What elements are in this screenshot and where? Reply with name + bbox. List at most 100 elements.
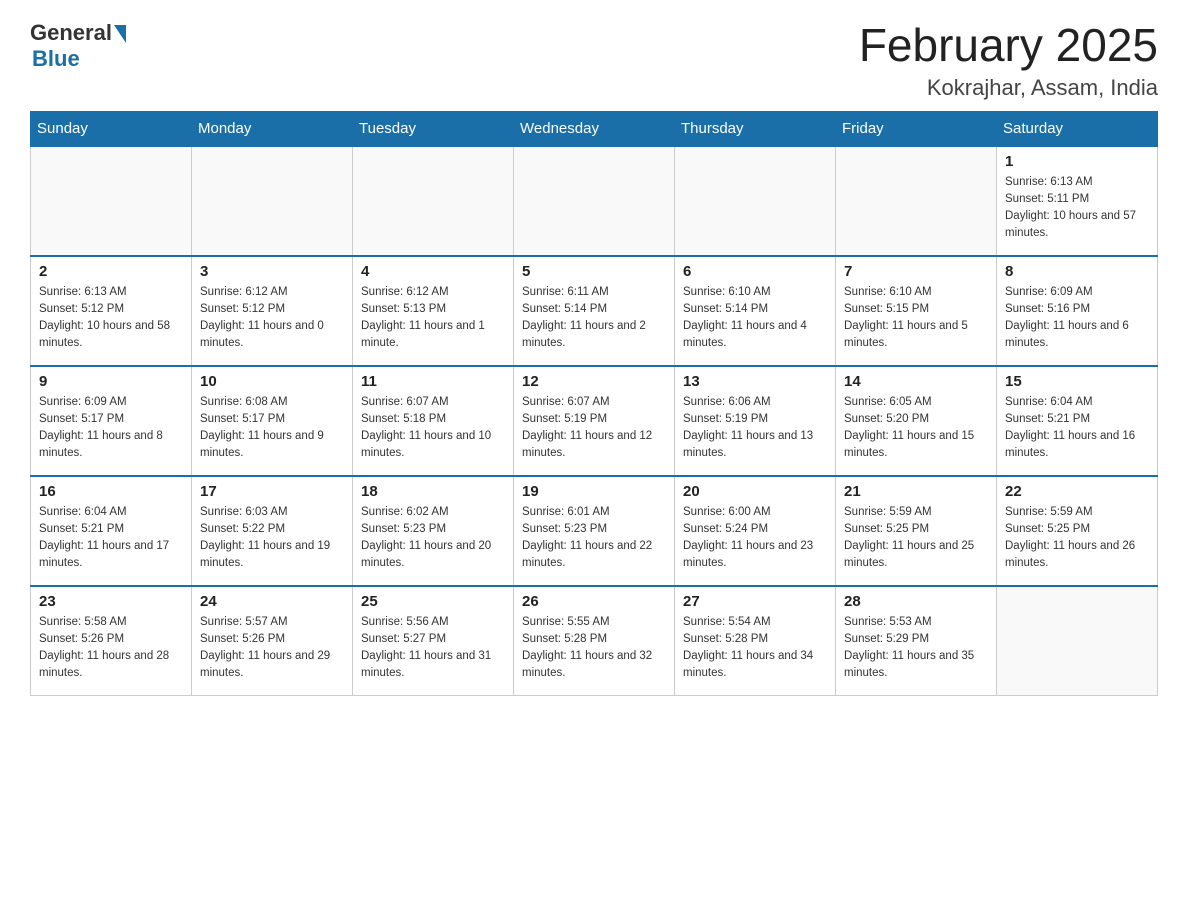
calendar-cell: 17 Sunrise: 6:03 AM Sunset: 5:22 PM Dayli… [192,476,353,586]
day-info: Sunrise: 6:11 AM Sunset: 5:14 PM Dayligh… [522,284,666,353]
calendar-week-row: 23Sunrise: 5:58 AM Sunset: 5:26 PM Dayli… [31,586,1158,696]
day-number: 16 [39,483,183,500]
logo-arrow-icon [114,25,126,43]
day-info: Sunrise: 6:12 AM Sunset: 5:12 PM Dayligh… [200,284,344,353]
day-number: 20 [683,483,827,500]
logo: General Blue [30,20,126,72]
day-number: 14 [844,373,988,390]
logo-general: General [30,20,112,46]
day-number: 24 [200,593,344,610]
day-info: Sunrise: 6:01 AM Sunset: 5:23 PM Dayligh… [522,504,666,573]
day-info: Sunrise: 5:55 AM Sunset: 5:28 PM Dayligh… [522,614,666,683]
calendar-cell: 6Sunrise: 6:10 AM Sunset: 5:14 PM Daylig… [675,256,836,366]
calendar-cell: 2 Sunrise: 6:13 AM Sunset: 5:12 PM Daylig… [31,256,192,366]
calendar-cell [997,586,1158,696]
day-of-week-header: Sunday [31,111,192,146]
day-number: 7 [844,263,988,280]
calendar-week-row: 1 Sunrise: 6:13 AM Sunset: 5:11 PM Daylig… [31,146,1158,256]
calendar-cell: 3 Sunrise: 6:12 AM Sunset: 5:12 PM Daylig… [192,256,353,366]
day-info: Sunrise: 6:09 AM Sunset: 5:16 PM Dayligh… [1005,284,1149,353]
day-info: Sunrise: 6:10 AM Sunset: 5:15 PM Dayligh… [844,284,988,353]
day-info: Sunrise: 6:12 AM Sunset: 5:13 PM Dayligh… [361,284,505,353]
calendar-cell: 8 Sunrise: 6:09 AM Sunset: 5:16 PM Daylig… [997,256,1158,366]
day-number: 10 [200,373,344,390]
day-number: 5 [522,263,666,280]
day-number: 9 [39,373,183,390]
day-info: Sunrise: 6:00 AM Sunset: 5:24 PM Dayligh… [683,504,827,573]
calendar-week-row: 9 Sunrise: 6:09 AM Sunset: 5:17 PM Daylig… [31,366,1158,476]
calendar-cell: 13 Sunrise: 6:06 AM Sunset: 5:19 PM Dayli… [675,366,836,476]
calendar-cell: 12 Sunrise: 6:07 AM Sunset: 5:19 PM Dayli… [514,366,675,476]
day-number: 19 [522,483,666,500]
calendar-cell: 7 Sunrise: 6:10 AM Sunset: 5:15 PM Daylig… [836,256,997,366]
calendar-subtitle: Kokrajhar, Assam, India [859,75,1158,101]
day-number: 26 [522,593,666,610]
calendar-cell: 15 Sunrise: 6:04 AM Sunset: 5:21 PM Dayli… [997,366,1158,476]
day-info: Sunrise: 6:02 AM Sunset: 5:23 PM Dayligh… [361,504,505,573]
day-number: 2 [39,263,183,280]
calendar-cell: 19 Sunrise: 6:01 AM Sunset: 5:23 PM Dayli… [514,476,675,586]
calendar-cell [675,146,836,256]
calendar-cell: 10 Sunrise: 6:08 AM Sunset: 5:17 PM Dayli… [192,366,353,476]
day-info: Sunrise: 5:54 AM Sunset: 5:28 PM Dayligh… [683,614,827,683]
calendar-cell: 25Sunrise: 5:56 AM Sunset: 5:27 PM Dayli… [353,586,514,696]
calendar-cell: 20 Sunrise: 6:00 AM Sunset: 5:24 PM Dayli… [675,476,836,586]
day-number: 27 [683,593,827,610]
day-number: 8 [1005,263,1149,280]
day-number: 17 [200,483,344,500]
calendar-cell [192,146,353,256]
day-number: 13 [683,373,827,390]
calendar-cell: 18 Sunrise: 6:02 AM Sunset: 5:23 PM Dayli… [353,476,514,586]
day-number: 12 [522,373,666,390]
day-info: Sunrise: 6:06 AM Sunset: 5:19 PM Dayligh… [683,394,827,463]
calendar-cell: 28Sunrise: 5:53 AM Sunset: 5:29 PM Dayli… [836,586,997,696]
calendar-week-row: 2 Sunrise: 6:13 AM Sunset: 5:12 PM Daylig… [31,256,1158,366]
day-info: Sunrise: 6:10 AM Sunset: 5:14 PM Dayligh… [683,284,827,353]
calendar-week-row: 16 Sunrise: 6:04 AM Sunset: 5:21 PM Dayli… [31,476,1158,586]
day-number: 21 [844,483,988,500]
day-number: 18 [361,483,505,500]
day-number: 3 [200,263,344,280]
day-info: Sunrise: 5:59 AM Sunset: 5:25 PM Dayligh… [1005,504,1149,573]
logo-blue: Blue [32,46,80,72]
day-info: Sunrise: 5:58 AM Sunset: 5:26 PM Dayligh… [39,614,183,683]
calendar-cell: 21 Sunrise: 5:59 AM Sunset: 5:25 PM Dayli… [836,476,997,586]
day-number: 1 [1005,153,1149,170]
day-number: 15 [1005,373,1149,390]
calendar-cell: 4 Sunrise: 6:12 AM Sunset: 5:13 PM Daylig… [353,256,514,366]
calendar-cell: 26 Sunrise: 5:55 AM Sunset: 5:28 PM Dayli… [514,586,675,696]
day-info: Sunrise: 6:07 AM Sunset: 5:19 PM Dayligh… [522,394,666,463]
calendar-cell: 24 Sunrise: 5:57 AM Sunset: 5:26 PM Dayli… [192,586,353,696]
calendar-cell: 5 Sunrise: 6:11 AM Sunset: 5:14 PM Daylig… [514,256,675,366]
calendar-cell: 23Sunrise: 5:58 AM Sunset: 5:26 PM Dayli… [31,586,192,696]
calendar-cell: 22 Sunrise: 5:59 AM Sunset: 5:25 PM Dayli… [997,476,1158,586]
day-of-week-header: Saturday [997,111,1158,146]
calendar-cell: 14Sunrise: 6:05 AM Sunset: 5:20 PM Dayli… [836,366,997,476]
day-of-week-header: Thursday [675,111,836,146]
day-info: Sunrise: 6:08 AM Sunset: 5:17 PM Dayligh… [200,394,344,463]
calendar-cell [353,146,514,256]
calendar-cell: 9 Sunrise: 6:09 AM Sunset: 5:17 PM Daylig… [31,366,192,476]
day-info: Sunrise: 6:07 AM Sunset: 5:18 PM Dayligh… [361,394,505,463]
calendar-header-row: SundayMondayTuesdayWednesdayThursdayFrid… [31,111,1158,146]
day-info: Sunrise: 6:04 AM Sunset: 5:21 PM Dayligh… [39,504,183,573]
calendar-cell [836,146,997,256]
calendar-cell: 1 Sunrise: 6:13 AM Sunset: 5:11 PM Daylig… [997,146,1158,256]
day-number: 22 [1005,483,1149,500]
title-block: February 2025 Kokrajhar, Assam, India [859,20,1158,101]
day-info: Sunrise: 5:57 AM Sunset: 5:26 PM Dayligh… [200,614,344,683]
day-info: Sunrise: 5:53 AM Sunset: 5:29 PM Dayligh… [844,614,988,683]
day-info: Sunrise: 6:03 AM Sunset: 5:22 PM Dayligh… [200,504,344,573]
day-info: Sunrise: 6:09 AM Sunset: 5:17 PM Dayligh… [39,394,183,463]
calendar-cell: 16 Sunrise: 6:04 AM Sunset: 5:21 PM Dayli… [31,476,192,586]
day-number: 25 [361,593,505,610]
calendar-cell: 11Sunrise: 6:07 AM Sunset: 5:18 PM Dayli… [353,366,514,476]
calendar-cell: 27 Sunrise: 5:54 AM Sunset: 5:28 PM Dayli… [675,586,836,696]
day-of-week-header: Wednesday [514,111,675,146]
day-info: Sunrise: 6:04 AM Sunset: 5:21 PM Dayligh… [1005,394,1149,463]
day-number: 4 [361,263,505,280]
day-of-week-header: Monday [192,111,353,146]
day-info: Sunrise: 6:13 AM Sunset: 5:12 PM Dayligh… [39,284,183,353]
day-info: Sunrise: 5:59 AM Sunset: 5:25 PM Dayligh… [844,504,988,573]
day-info: Sunrise: 6:13 AM Sunset: 5:11 PM Dayligh… [1005,174,1149,243]
